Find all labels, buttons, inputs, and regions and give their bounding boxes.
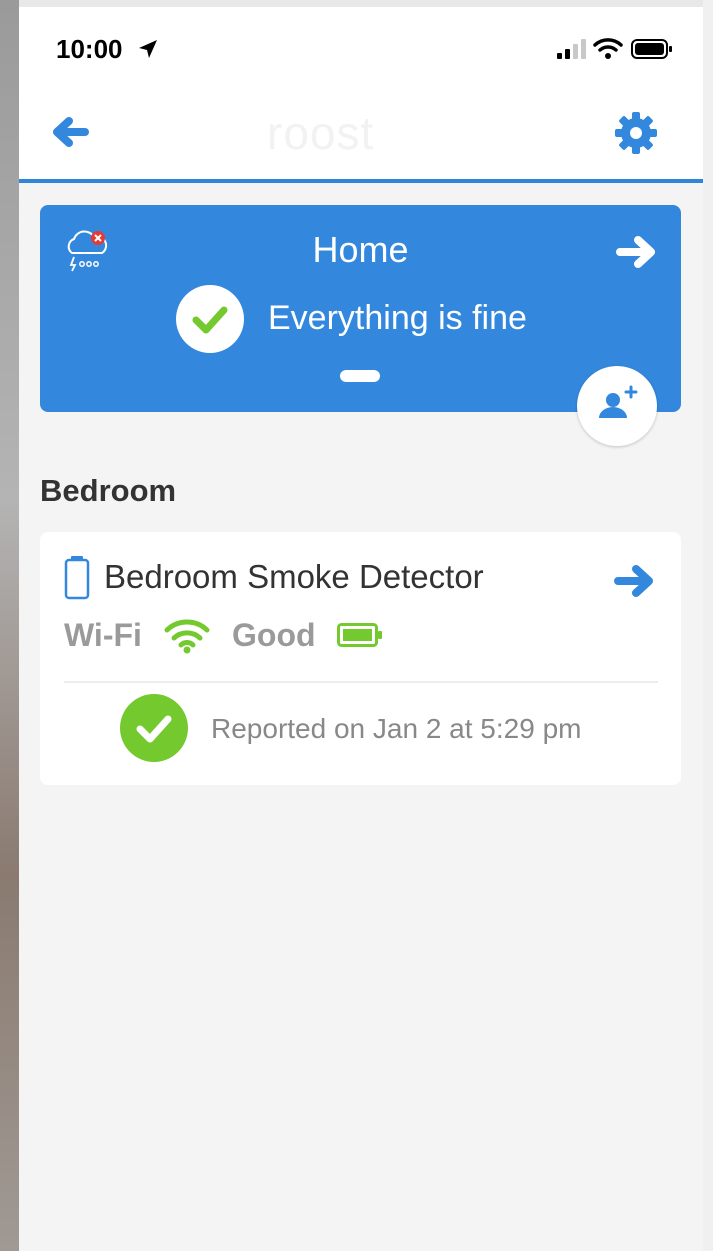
report-check-icon — [120, 694, 188, 762]
home-status-text: Everything is fine — [268, 299, 527, 337]
device-bezel-left — [0, 0, 19, 1251]
home-title: Home — [312, 229, 409, 270]
status-time: 10:00 — [56, 34, 123, 64]
device-forward-arrow-icon[interactable] — [612, 558, 658, 609]
wifi-icon — [164, 618, 210, 659]
battery-status-icon — [631, 39, 673, 64]
app-screen: 10:00 roost Home Everything is fine Bedr… — [19, 7, 703, 1251]
connection-status: Good — [232, 617, 316, 653]
connection-label: Wi-Fi — [64, 617, 142, 653]
report-timestamp: Reported on Jan 2 at 5:29 pm — [211, 713, 582, 744]
device-icon — [64, 556, 90, 605]
device-bezel-right — [703, 0, 713, 1251]
app-logo: roost — [267, 107, 375, 159]
location-arrow-icon — [137, 38, 159, 65]
device-card[interactable]: Bedroom Smoke Detector Wi-Fi Good Report… — [40, 532, 681, 785]
status-bar: 10:00 — [19, 7, 703, 92]
device-name: Bedroom Smoke Detector — [104, 558, 484, 595]
page-indicator — [340, 370, 380, 382]
device-bezel-top — [0, 0, 713, 7]
status-check-icon — [176, 285, 244, 353]
gear-icon[interactable] — [613, 110, 659, 156]
nav-bar: roost — [19, 92, 703, 183]
add-user-button[interactable] — [577, 366, 657, 446]
home-forward-arrow-icon[interactable] — [614, 229, 660, 280]
add-user-icon — [599, 385, 638, 418]
card-divider — [64, 681, 658, 683]
battery-icon — [337, 623, 383, 652]
back-arrow-icon[interactable] — [49, 110, 93, 154]
signal-icon — [557, 39, 587, 64]
wifi-status-icon — [593, 36, 623, 65]
room-heading: Bedroom — [40, 473, 177, 508]
